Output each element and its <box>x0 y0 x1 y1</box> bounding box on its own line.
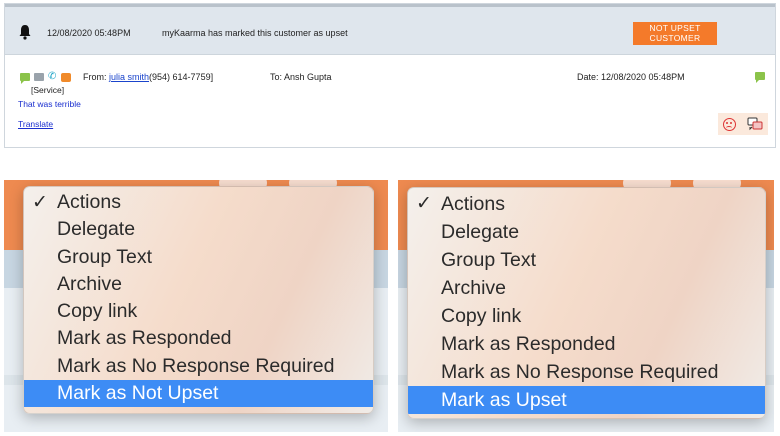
menu-item-label: Archive <box>441 277 507 299</box>
menu-item-mark-no-response-required[interactable]: Mark as No Response Required <box>24 353 373 380</box>
menu-item-label: Mark as Responded <box>441 333 616 355</box>
from-phone: (954) 614-7759] <box>149 72 214 82</box>
upset-face-icon[interactable] <box>723 117 737 131</box>
from-field: From: julia smith(954) 614-7759] <box>83 72 213 82</box>
actions-dropdown-menu: ✓ Actions Delegate Group Text Archive Co… <box>23 186 374 414</box>
status-timestamp: 12/08/2020 05:48PM <box>47 28 131 38</box>
menu-item-label: Mark as Upset <box>441 389 567 411</box>
translate-chat-icon[interactable] <box>747 117 763 131</box>
menu-item-label: Copy link <box>441 305 522 327</box>
menu-item-label: Delegate <box>441 221 520 243</box>
menu-item-label: Mark as No Response Required <box>57 354 335 377</box>
menu-item-label: Actions <box>57 191 121 213</box>
menu-item-actions[interactable]: ✓ Actions <box>408 190 765 218</box>
menu-item-label: Actions <box>441 193 505 215</box>
phone-icon: ✆ <box>48 71 57 82</box>
menu-item-archive[interactable]: Archive <box>408 274 765 302</box>
menu-item-mark-responded[interactable]: Mark as Responded <box>24 325 373 352</box>
menu-item-group-text[interactable]: Group Text <box>408 246 765 274</box>
from-name-link[interactable]: julia smith <box>109 72 149 82</box>
menu-item-mark-not-upset[interactable]: Mark as Not Upset <box>24 380 373 408</box>
menu-item-mark-upset[interactable]: Mark as Upset <box>408 386 765 414</box>
menu-item-label: Archive <box>57 272 123 295</box>
badge-line-2: CUSTOMER <box>649 32 701 43</box>
menu-item-delegate[interactable]: Delegate <box>24 216 373 243</box>
message-body: That was terrible <box>18 99 81 109</box>
chat-icon <box>20 73 30 84</box>
checkmark-icon: ✓ <box>32 192 48 213</box>
translate-link[interactable]: Translate <box>18 119 53 129</box>
message-action-icons <box>718 113 768 135</box>
menu-item-label: Group Text <box>57 245 153 268</box>
conversation-panel: 12/08/2020 05:48PM myKaarma has marked t… <box>4 3 776 148</box>
department-label: [Service] <box>31 85 65 95</box>
dropdown-screenshot-left: ✓ Actions Delegate Group Text Archive Co… <box>4 180 388 432</box>
not-upset-customer-button[interactable]: NOT UPSET CUSTOMER <box>633 22 717 45</box>
message-channel-icons: ✆ <box>20 71 71 84</box>
mail-icon <box>34 73 44 81</box>
menu-item-copy-link[interactable]: Copy link <box>24 298 373 325</box>
menu-item-label: Copy link <box>57 300 138 323</box>
sms-icon <box>61 72 71 82</box>
actions-dropdown-menu: ✓ Actions Delegate Group Text Archive Co… <box>407 187 766 419</box>
date-field: Date: 12/08/2020 05:48PM <box>577 72 685 82</box>
menu-item-copy-link[interactable]: Copy link <box>408 302 765 330</box>
menu-item-label: Mark as Responded <box>57 327 232 350</box>
from-prefix: From: <box>83 72 107 82</box>
menu-item-mark-no-response-required[interactable]: Mark as No Response Required <box>408 358 765 386</box>
menu-item-label: Mark as Not Upset <box>57 382 219 405</box>
menu-item-mark-responded[interactable]: Mark as Responded <box>408 330 765 358</box>
menu-item-label: Delegate <box>57 218 136 241</box>
menu-item-label: Group Text <box>441 249 537 271</box>
menu-item-delegate[interactable]: Delegate <box>408 218 765 246</box>
menu-item-label: Mark as No Response Required <box>441 361 719 383</box>
dropdown-screenshot-right: ✓ Actions Delegate Group Text Archive Co… <box>398 180 774 432</box>
menu-item-archive[interactable]: Archive <box>24 271 373 298</box>
status-row: 12/08/2020 05:48PM myKaarma has marked t… <box>5 7 775 55</box>
menu-item-actions[interactable]: ✓ Actions <box>24 189 373 216</box>
to-field: To: Ansh Gupta <box>270 72 332 82</box>
checkmark-icon: ✓ <box>416 193 432 214</box>
status-message: myKaarma has marked this customer as ups… <box>162 28 348 38</box>
reply-chat-icon[interactable] <box>755 72 765 83</box>
bell-icon <box>19 25 31 40</box>
menu-item-group-text[interactable]: Group Text <box>24 244 373 271</box>
